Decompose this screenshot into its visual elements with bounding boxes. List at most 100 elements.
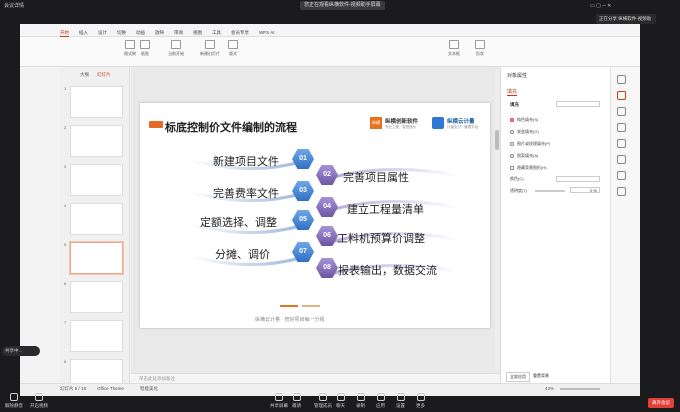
fill-section-header[interactable]: 填充	[510, 102, 519, 108]
slide-thumbnail[interactable]	[70, 164, 123, 196]
sidebar-tool-icon[interactable]	[617, 107, 626, 116]
slide-title[interactable]: 标底控制价文件编制的流程	[165, 119, 297, 135]
step-label[interactable]: 完善项目属性	[343, 169, 409, 185]
step-label[interactable]: 定额选择、调整	[200, 214, 277, 230]
transparency-slider[interactable]	[535, 190, 565, 192]
menu-item[interactable]: 开始	[60, 30, 69, 37]
radio-icon[interactable]	[510, 142, 514, 146]
logo1-slogan: 专业工程 · 智慧造价	[385, 125, 417, 129]
thumbnail-number: 3	[64, 164, 67, 169]
sharing-pill[interactable]: 共享中...	[2, 346, 40, 356]
meeting-control-button[interactable]: 应用	[376, 393, 385, 409]
slide-thumbnail[interactable]	[70, 125, 123, 157]
meeting-control-button[interactable]: 设置	[396, 393, 405, 409]
sidebar-tool-icon[interactable]	[617, 123, 626, 132]
control-label: 开启视频	[30, 403, 48, 408]
meeting-control-button[interactable]: 开启视频	[30, 393, 48, 409]
slide-thumbnail[interactable]	[70, 203, 123, 235]
sidebar-tool-icon[interactable]	[617, 139, 626, 148]
control-icon	[336, 393, 345, 401]
control-label: 解除静音	[5, 403, 23, 408]
smart-beautify-button[interactable]: 智能美化	[140, 386, 158, 392]
step-label[interactable]: 分摊、调价	[215, 246, 270, 262]
new-slide-button[interactable]: 新建幻灯片	[200, 40, 220, 57]
paste-button[interactable]: 粘贴	[140, 40, 150, 57]
step-label[interactable]: 工料机预算价调整	[337, 230, 425, 246]
menu-item[interactable]: 审阅	[174, 30, 183, 37]
layout-button[interactable]: 版式	[228, 40, 238, 57]
thumbnail-number: 8	[64, 359, 67, 364]
control-label: 录制	[356, 403, 365, 408]
tab-slides[interactable]: 幻灯片	[97, 72, 111, 78]
control-label: 聊天	[336, 403, 345, 408]
transparency-input[interactable]: 0 %	[570, 187, 600, 193]
radio-icon[interactable]	[510, 154, 514, 158]
format-painter-button[interactable]: 格式刷	[124, 40, 136, 57]
fill-option-radio[interactable]: 渐变填充(G)	[510, 129, 539, 135]
menu-item[interactable]: 放映	[155, 30, 164, 37]
sidebar-tool-icon[interactable]	[617, 91, 626, 100]
control-icon	[10, 393, 18, 401]
slide-thumbnail[interactable]	[70, 86, 123, 118]
fill-option-radio[interactable]: 隐藏背景图形(H)	[510, 165, 547, 171]
fill-option-radio[interactable]: 纯色填充(S)	[510, 117, 538, 123]
scroll-thumb[interactable]	[495, 130, 499, 150]
vertical-scrollbar[interactable]	[495, 70, 499, 370]
menu-item[interactable]: 设计	[98, 30, 107, 37]
slide-thumbnail[interactable]	[70, 242, 123, 274]
radio-icon[interactable]	[510, 130, 514, 134]
step-label[interactable]: 完善费率文件	[213, 185, 279, 201]
slide-thumbnail[interactable]	[70, 320, 123, 352]
sidebar-tool-icon[interactable]	[617, 171, 626, 180]
leave-meeting-button[interactable]: 离开会议	[648, 398, 674, 408]
step-label[interactable]: 建立工程量清单	[347, 201, 424, 217]
shape-button[interactable]: 形状	[475, 40, 485, 57]
reset-background-button[interactable]: 重置背景	[530, 372, 552, 380]
meeting-title: 您正在观看纵横软件-视频助手屏幕	[300, 1, 385, 10]
tab-outline[interactable]: 大纲	[80, 72, 89, 78]
meeting-control-button[interactable]: 管理成员	[314, 393, 332, 409]
sidebar-tool-icon[interactable]	[617, 75, 626, 84]
radio-icon[interactable]	[510, 118, 514, 122]
step-label[interactable]: 新建项目文件	[213, 153, 279, 169]
layout-icon	[228, 40, 238, 49]
menu-item[interactable]: 视图	[193, 30, 202, 37]
share-status-pill[interactable]: 正在分享 纵横软件-视频助	[596, 14, 656, 24]
color-label: 颜色(C)	[510, 176, 524, 181]
zoom-level[interactable]: 43%	[545, 386, 554, 391]
color-picker[interactable]	[556, 176, 600, 182]
meeting-control-button[interactable]: 邀请	[292, 393, 301, 409]
window-controls[interactable]: ▭ ▢ ─ ✕	[590, 0, 611, 12]
menu-item[interactable]: 切换	[117, 30, 126, 37]
notes-field[interactable]: 单击此处添加备注	[131, 373, 500, 383]
menu-item[interactable]: 会员专享	[231, 30, 249, 37]
fill-dropdown[interactable]	[556, 101, 600, 107]
meeting-control-button[interactable]: 解除静音	[5, 393, 23, 409]
thumbnail-number: 6	[64, 281, 67, 286]
meeting-control-button[interactable]: 录制	[356, 393, 365, 409]
cloud-logo-icon	[432, 117, 444, 129]
menu-item[interactable]: 动画	[136, 30, 145, 37]
textbox-button[interactable]: 文本框	[448, 40, 460, 57]
sidebar-tool-icon[interactable]	[617, 155, 626, 164]
step-label[interactable]: 报表输出，数据交流	[338, 262, 437, 278]
menu-item[interactable]: 工具	[212, 30, 221, 37]
tab-fill[interactable]: 填充	[507, 88, 518, 96]
checkbox-icon[interactable]	[510, 166, 514, 170]
meeting-details-button[interactable]: 会议详情	[4, 0, 24, 12]
sidebar-tool-icon[interactable]	[617, 187, 626, 196]
fill-option-radio[interactable]: 图片或纹理填充(P)	[510, 141, 550, 147]
thumbnail-tabs: 大纲 幻灯片	[80, 72, 111, 78]
meeting-control-button[interactable]: 聊天	[336, 393, 345, 409]
apply-all-button[interactable]: 全部应用	[506, 372, 530, 382]
meeting-control-button[interactable]: 更多	[416, 393, 425, 409]
play-from-current-button[interactable]: 当前开始	[168, 40, 184, 57]
menu-item[interactable]: 插入	[79, 30, 88, 37]
zoom-slider[interactable]	[560, 388, 600, 390]
menu-item[interactable]: WPS AI	[259, 30, 275, 37]
fill-option-radio[interactable]: 图案填充(A)	[510, 153, 538, 159]
meeting-control-button[interactable]: 共享屏幕	[270, 393, 288, 409]
ribbon	[20, 37, 640, 67]
slide-thumbnail[interactable]	[70, 281, 123, 313]
control-icon	[319, 393, 327, 401]
